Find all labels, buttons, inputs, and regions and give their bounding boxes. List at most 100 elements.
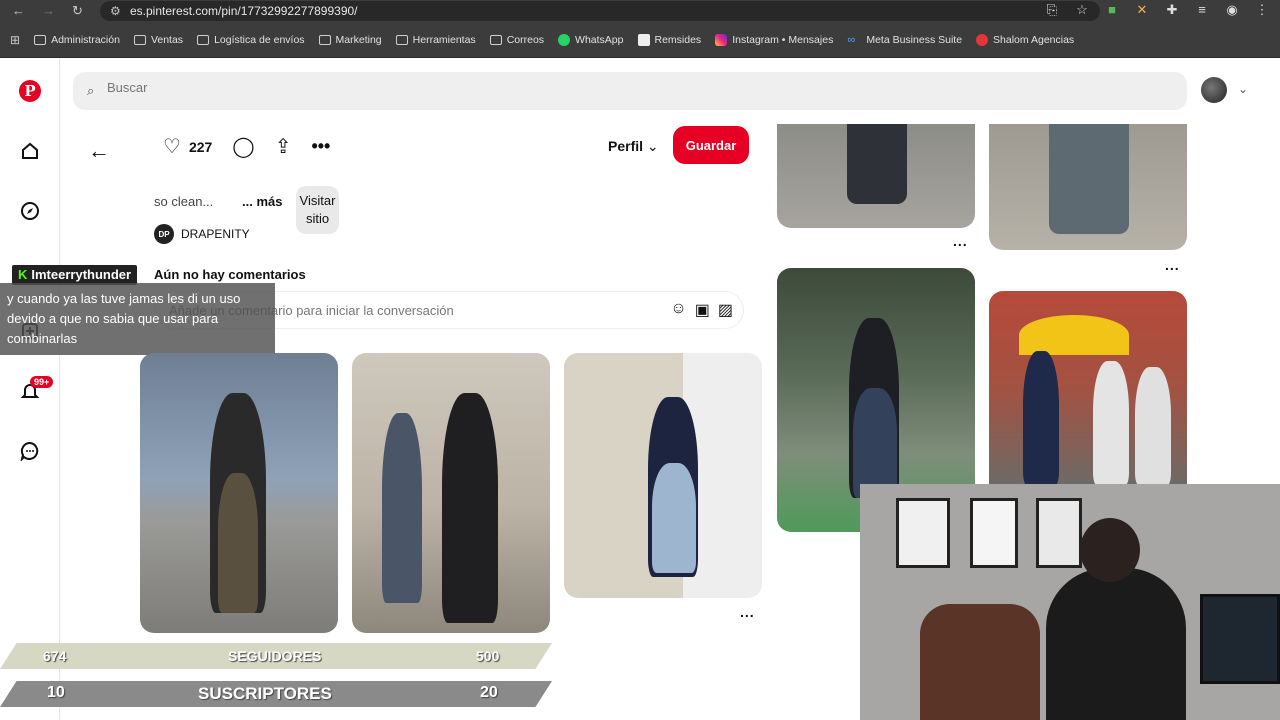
chevron-down-icon: ⌄ — [646, 138, 659, 154]
profile-icon[interactable]: ◉ — [1224, 2, 1240, 18]
bookmark-label: Shalom Agencias — [993, 33, 1075, 46]
visit-label-line1: Visitar — [299, 193, 336, 208]
pinterest-sidebar: P 99+ — [0, 58, 60, 720]
folder-icon — [318, 34, 331, 45]
back-arrow-icon[interactable]: ← — [12, 3, 25, 18]
like-count: 227 — [188, 138, 213, 155]
visit-label-line2: sitio — [305, 211, 330, 226]
wall-poster — [1036, 498, 1082, 568]
bookmark-label: Meta Business Suite — [866, 33, 963, 46]
pinterest-logo-icon[interactable]: P — [18, 79, 42, 103]
creator-name[interactable]: DRAPENITY — [181, 227, 250, 241]
folder-icon — [34, 34, 47, 45]
followers-current: 674 — [43, 648, 67, 664]
instagram-icon — [715, 33, 728, 46]
save-button[interactable]: Guardar — [673, 126, 749, 164]
install-app-icon[interactable]: ⎘ — [1044, 2, 1060, 18]
sticker-icon[interactable]: ▣ — [695, 300, 710, 320]
followers-goal: 500 — [476, 648, 500, 664]
site-info-icon[interactable]: ⚙ — [110, 4, 121, 18]
remsides-icon — [637, 33, 650, 46]
messages-icon[interactable] — [18, 439, 42, 463]
back-arrow-icon[interactable]: ← — [88, 138, 110, 164]
related-pin-image[interactable] — [564, 353, 762, 598]
creator-avatar[interactable]: DP — [154, 224, 174, 244]
shalom-icon — [976, 33, 989, 46]
heart-icon[interactable]: ♡ — [163, 134, 181, 159]
reading-list-icon[interactable]: ≡ — [1194, 2, 1210, 18]
apps-grid-icon[interactable]: ⊞ — [10, 33, 20, 47]
forward-arrow-icon[interactable]: → — [42, 3, 55, 18]
subscribers-goal: 20 — [480, 684, 498, 701]
meta-icon: ∞ — [847, 33, 856, 46]
bookmark-herramientas[interactable]: Herramientas — [395, 34, 476, 46]
extensions-puzzle-icon[interactable]: ✚ — [1164, 2, 1180, 18]
home-icon[interactable] — [18, 139, 42, 163]
folder-icon — [395, 34, 408, 45]
related-pin-image[interactable] — [989, 291, 1187, 485]
more-link[interactable]: ... más — [242, 194, 282, 209]
pin-description: so clean... — [154, 194, 214, 209]
person-head — [1080, 518, 1140, 582]
bookmark-ventas[interactable]: Ventas — [133, 34, 183, 46]
search-icon: ⌕ — [87, 83, 95, 98]
related-pin-image[interactable] — [989, 124, 1187, 250]
profile-dropdown-label: Perfil — [608, 138, 644, 154]
bookmark-meta[interactable]: ∞ Meta Business Suite — [847, 34, 962, 46]
search-bar[interactable]: ⌕ — [73, 72, 1187, 110]
emoji-icon[interactable]: ☺ — [670, 300, 686, 320]
pin-more-options-icon[interactable]: ... — [740, 604, 755, 620]
whatsapp-icon — [558, 33, 571, 46]
profile-dropdown[interactable]: Perfil ⌄ — [608, 138, 659, 155]
bookmark-label: Correos — [506, 33, 545, 46]
bookmark-correos[interactable]: Correos — [489, 33, 545, 46]
explore-compass-icon[interactable] — [18, 199, 42, 223]
chevron-down-icon[interactable]: ⌄ — [1238, 82, 1248, 96]
monitor — [1200, 594, 1280, 684]
avatar[interactable] — [1201, 77, 1227, 103]
wall-poster — [970, 498, 1018, 568]
extension-orange-icon[interactable]: ✕ — [1134, 2, 1150, 18]
bookmark-remsides[interactable]: Remsides — [637, 33, 701, 46]
extension-green-icon[interactable]: ■ — [1104, 2, 1120, 18]
followers-label: SEGUIDORES — [228, 648, 322, 664]
reload-icon[interactable]: ↻ — [72, 3, 83, 19]
share-icon[interactable]: ⇪ — [275, 134, 292, 159]
bookmark-shalom[interactable]: Shalom Agencias — [976, 33, 1075, 46]
menu-dots-icon[interactable]: ⋮ — [1254, 2, 1270, 18]
chat-username: K Imteerrythunder — [12, 265, 138, 285]
browser-toolbar: ← → ↻ ⚙ es.pinterest.com/pin/17732992277… — [0, 0, 1280, 22]
comment-icon[interactable]: ◯ — [232, 134, 254, 159]
related-pin-image[interactable] — [777, 124, 975, 228]
bookmark-star-icon[interactable]: ☆ — [1074, 2, 1090, 18]
more-options-icon[interactable]: ••• — [311, 136, 330, 157]
image-upload-icon[interactable]: ▨ — [718, 300, 733, 320]
chair — [920, 604, 1040, 720]
pin-actions: ♡ 227 ◯ ⇪ ••• — [163, 134, 330, 159]
bookmark-whatsapp[interactable]: WhatsApp — [558, 33, 624, 46]
bookmark-administracion[interactable]: Administración — [34, 34, 120, 46]
bookmark-label: Logística de envíos — [214, 33, 305, 46]
bookmark-label: Administración — [51, 33, 120, 46]
chat-username-text: Imteerrythunder — [31, 267, 132, 282]
bookmark-logistica[interactable]: Logística de envíos — [197, 33, 305, 46]
folder-icon — [197, 34, 210, 45]
bookmark-marketing[interactable]: Marketing — [318, 34, 382, 46]
subscribers-label: SUSCRIPTORES — [198, 684, 332, 703]
search-input[interactable] — [107, 80, 1007, 95]
bookmarks-bar: ⊞ Administración Ventas Logística de env… — [0, 22, 1280, 58]
url-text: es.pinterest.com/pin/17732992277899390/ — [130, 4, 358, 18]
address-bar[interactable]: ⚙ es.pinterest.com/pin/17732992277899390… — [100, 1, 1100, 21]
webcam-overlay — [860, 484, 1280, 720]
pin-more-options-icon[interactable]: ... — [953, 233, 968, 249]
bookmark-instagram[interactable]: Instagram • Mensajes — [715, 33, 833, 46]
chat-message: y cuando ya las tuve jamas les di un uso… — [0, 283, 275, 355]
visit-site-button[interactable]: Visitar sitio — [296, 186, 339, 234]
subscribers-current: 10 — [47, 684, 65, 701]
folder-icon — [133, 34, 146, 45]
related-pin-image[interactable] — [352, 353, 550, 633]
pin-more-options-icon[interactable]: ... — [1165, 257, 1180, 273]
person — [1046, 568, 1186, 720]
related-pin-image[interactable] — [140, 353, 338, 633]
bookmark-label: WhatsApp — [575, 33, 624, 46]
